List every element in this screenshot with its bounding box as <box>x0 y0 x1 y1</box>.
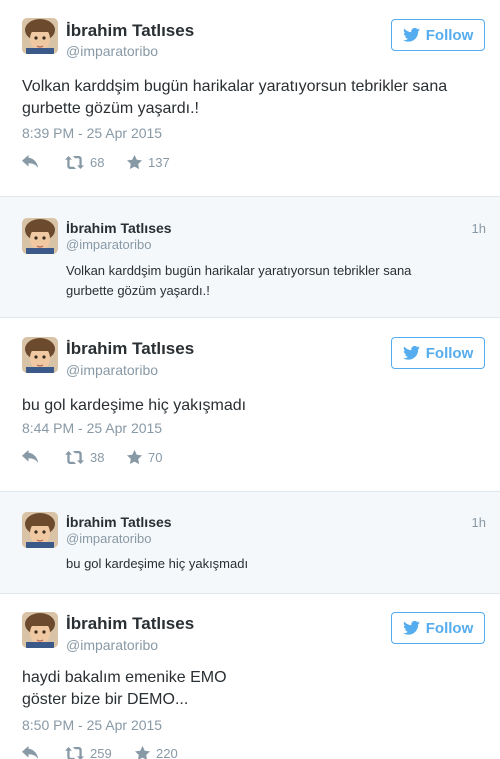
tweet-text-line: bu gol kardeşime hiç yakışmadı <box>22 397 247 414</box>
avatar[interactable] <box>22 218 58 254</box>
tweet-text: Volkan karddşim bugün harikalar yaratıyo… <box>22 76 447 119</box>
avatar[interactable] <box>22 612 58 648</box>
retweet-count: 68 <box>90 154 105 170</box>
follow-label: Follow <box>425 344 474 362</box>
user-name[interactable]: İbrahim Tatlıses <box>66 21 194 41</box>
user-handle[interactable]: @imparatoribo <box>66 637 158 653</box>
user-handle[interactable]: @imparatoribo <box>66 531 151 546</box>
tweet-actions: 68 137 <box>22 152 170 172</box>
retweet-count: 38 <box>90 449 105 465</box>
reply-icon <box>22 746 39 759</box>
user-handle[interactable]: @imparatoribo <box>66 237 151 252</box>
avatar[interactable] <box>22 18 58 54</box>
reply-button[interactable] <box>22 746 65 759</box>
favorite-button[interactable]: 70 <box>127 450 162 465</box>
tweet-actions: 38 70 <box>22 447 162 467</box>
embedded-tweet[interactable]: İbrahim Tatlıses @imparatoribo 1h bu gol… <box>0 492 500 593</box>
tweet-actions: 259 220 <box>22 743 178 759</box>
tweet-text: bu gol kardeşime hiç yakışmadı <box>66 555 248 573</box>
avatar[interactable] <box>22 337 58 373</box>
follow-button[interactable]: Follow <box>391 612 485 644</box>
tweet-text-line: Volkan karddşim bugün harikalar yaratıyo… <box>66 263 412 278</box>
tweet-card: İbrahim Tatlıses @imparatoribo Follow ha… <box>0 594 500 759</box>
retweet-button[interactable]: 38 <box>65 450 127 465</box>
tweet-card: İbrahim Tatlıses @imparatoribo Follow Vo… <box>0 0 500 196</box>
tweet-card: İbrahim Tatlıses @imparatoribo Follow bu… <box>0 318 500 491</box>
favorite-button[interactable]: 137 <box>127 155 170 170</box>
tweet-timestamp[interactable]: 8:39 PM - 25 Apr 2015 <box>22 125 162 141</box>
tweet-text: Volkan karddşim bugün harikalar yaratıyo… <box>66 261 411 301</box>
tweet-text-line: gurbette gözüm yaşardı.! <box>66 283 210 299</box>
user-name[interactable]: İbrahim Tatlıses <box>66 220 172 236</box>
user-name[interactable]: İbrahim Tatlıses <box>66 339 194 359</box>
reply-button[interactable] <box>22 450 65 464</box>
twitter-bird-icon <box>402 346 420 360</box>
star-icon <box>127 450 142 464</box>
user-handle[interactable]: @imparatoribo <box>66 43 158 59</box>
tweet-text-line: gurbette gözüm yaşardı.! <box>22 99 199 117</box>
follow-label: Follow <box>425 26 474 44</box>
tweet-age[interactable]: 1h <box>472 515 486 530</box>
follow-button[interactable]: Follow <box>391 337 485 369</box>
star-icon <box>127 155 142 169</box>
tweet-timestamp[interactable]: 8:50 PM - 25 Apr 2015 <box>22 717 162 733</box>
retweet-icon <box>65 450 84 464</box>
retweet-button[interactable]: 259 <box>65 746 135 759</box>
user-handle[interactable]: @imparatoribo <box>66 362 158 378</box>
tweet-text-line: haydi bakalım emenike EMO <box>22 669 227 686</box>
tweet-text-line: bu gol kardeşime hiç yakışmadı <box>66 556 249 571</box>
reply-icon <box>22 450 39 463</box>
user-name[interactable]: İbrahim Tatlıses <box>66 614 194 634</box>
avatar[interactable] <box>22 512 58 548</box>
embedded-tweet[interactable]: İbrahim Tatlıses @imparatoribo 1h Volkan… <box>0 197 500 317</box>
tweet-age[interactable]: 1h <box>472 221 486 236</box>
reply-icon <box>22 155 39 168</box>
tweet-text-line: Volkan karddşim bugün harikalar yaratıyo… <box>22 78 448 95</box>
tweet-text-line: göster bize bir DEMO... <box>22 690 189 708</box>
twitter-bird-icon <box>402 621 420 635</box>
favorite-count: 70 <box>148 449 163 465</box>
reply-button[interactable] <box>22 155 65 169</box>
twitter-bird-icon <box>402 28 420 42</box>
retweet-button[interactable]: 68 <box>65 155 127 170</box>
follow-button[interactable]: Follow <box>391 19 485 51</box>
tweet-text: haydi bakalım emenike EMO göster bize bi… <box>22 667 227 710</box>
star-icon <box>135 746 150 759</box>
tweet-text: bu gol kardeşime hiç yakışmadı <box>22 395 246 417</box>
retweet-icon <box>65 746 84 759</box>
favorite-count: 137 <box>148 154 170 170</box>
favorite-button[interactable]: 220 <box>135 746 178 759</box>
follow-label: Follow <box>425 619 474 637</box>
user-name[interactable]: İbrahim Tatlıses <box>66 514 172 530</box>
tweet-timestamp[interactable]: 8:44 PM - 25 Apr 2015 <box>22 420 162 436</box>
favorite-count: 220 <box>156 745 178 759</box>
retweet-count: 259 <box>90 745 112 759</box>
retweet-icon <box>65 155 84 169</box>
